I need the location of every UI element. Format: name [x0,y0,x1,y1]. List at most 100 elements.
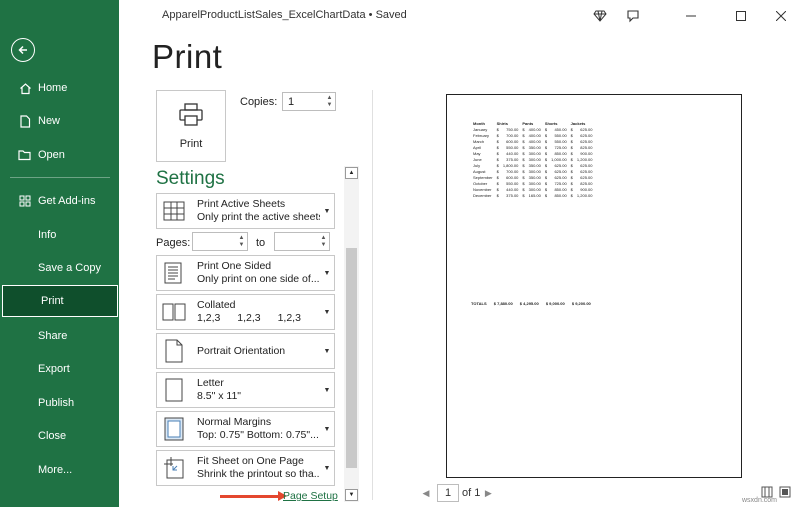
back-arrow-icon[interactable] [11,38,35,62]
nav-export-label: Export [38,363,70,375]
home-icon [18,81,32,95]
sheet-grid-icon [159,201,189,221]
previous-page-icon[interactable]: ◀ [418,488,434,499]
print-what-dropdown[interactable]: Print Active Sheets Only print the activ… [156,193,335,229]
fit-sheet-icon [159,456,189,480]
preview-pager: ◀ 1 of 1 ▶ [418,484,496,502]
caret-down-icon: ▼ [323,464,331,472]
nav-print[interactable]: Print [2,285,118,317]
collation-seq-2: 1,2,3 [237,312,261,324]
nav-home[interactable]: Home [0,72,119,104]
minimize-icon[interactable] [681,6,701,26]
collation-sub: 1,2,3 1,2,3 1,2,3 [197,312,315,324]
scroll-up-icon[interactable]: ▲ [345,167,358,179]
page-title: Print [152,38,223,75]
window-title: ApparelProductListSales_ExcelChartData •… [162,9,407,21]
copies-value: 1 [288,95,295,108]
caret-down-icon: ▼ [323,425,331,433]
nav-share-label: Share [38,330,68,342]
margins-sub: Top: 0.75" Bottom: 0.75"... [197,429,319,441]
copies-spinner[interactable]: 1 ▲ ▼ [282,92,336,111]
zoom-to-page-icon[interactable] [778,485,792,499]
spinner-arrows-icon[interactable]: ▲ ▼ [324,95,335,109]
nav-share[interactable]: Share [0,320,119,352]
nav-print-label: Print [41,295,64,307]
scroll-down-icon[interactable]: ▼ [345,489,358,501]
print-button-label: Print [179,137,203,150]
nav-save-a-copy-label: Save a Copy [38,262,101,274]
collation-text: Collated 1,2,3 1,2,3 1,2,3 [189,299,320,325]
scaling-text: Fit Sheet on One Page Shrink the printou… [189,455,320,481]
caret-down-icon: ▼ [323,386,331,394]
nav-close[interactable]: Close [0,420,119,452]
preview-cell: 165.00 [528,193,541,198]
sides-dropdown[interactable]: Print One Sided Only print on one side o… [156,255,335,291]
collation-main: Collated [197,299,236,311]
totals-pants: $ 4,295.00 [519,301,539,306]
pages-to-label: to [256,237,266,249]
nav-save-a-copy[interactable]: Save a Copy [0,252,119,284]
collated-pages-icon [159,302,189,322]
orientation-main: Portrait Orientation [197,344,286,357]
open-folder-icon [18,148,32,162]
nav-get-add-ins[interactable]: Get Add-ins [0,185,119,217]
next-page-icon[interactable]: ▶ [480,488,496,499]
excel-print-backstage: Home New Open Get Add-ins Info Save a Co… [0,0,800,507]
preview-cell: 375.00 [506,193,519,198]
pages-to-input[interactable]: ▲ ▼ [274,232,330,251]
paper-size-icon [159,378,189,402]
settings-scrollbar[interactable]: ▲ ▼ [344,166,359,502]
nav-export[interactable]: Export [0,353,119,385]
spinner-arrows-icon[interactable]: ▲ ▼ [236,235,247,249]
watermark: wsxdn.com [742,497,778,504]
add-ins-grid-icon [18,194,32,208]
nav-more[interactable]: More... [0,454,119,486]
paper-size-dropdown[interactable]: Letter 8.5" x 11" ▼ [156,372,335,408]
nav-new-label: New [38,115,61,127]
sides-main: Print One Sided [197,260,272,272]
copies-label: Copies: [240,96,278,108]
current-page-input[interactable]: 1 [437,484,459,502]
print-what-text: Print Active Sheets Only print the activ… [189,198,320,224]
print-button[interactable]: Print [156,90,226,162]
nav-publish[interactable]: Publish [0,387,119,419]
margins-icon [159,417,189,441]
margins-dropdown[interactable]: Normal Margins Top: 0.75" Bottom: 0.75".… [156,411,335,447]
totals-shirts: $ 7,880.00 [493,301,513,306]
spinner-arrows-icon[interactable]: ▲ ▼ [318,235,329,249]
print-what-sub: Only print the active sheets [197,211,320,223]
caret-down-icon: ▼ [323,269,331,277]
nav-open-label: Open [38,149,65,161]
nav-open[interactable]: Open [0,139,119,171]
caret-down-icon: ▼ [323,308,331,316]
print-preview-page: Month Shirts Pants Shorts Jackets Januar… [446,94,742,478]
page-setup-link[interactable]: Page Setup [283,490,338,502]
preview-divider [372,90,373,500]
collation-dropdown[interactable]: Collated 1,2,3 1,2,3 1,2,3 ▼ [156,294,335,330]
margins-text: Normal Margins Top: 0.75" Bottom: 0.75".… [189,416,320,442]
scaling-dropdown[interactable]: Fit Sheet on One Page Shrink the printou… [156,450,335,486]
caret-down-icon: ▼ [323,207,331,215]
annotation-arrow [220,491,287,501]
totals-shorts: $ 9,000.00 [545,301,565,306]
maximize-icon[interactable] [731,6,751,26]
preview-rows: January $750.00 $400.00 $450.00 $625.00 Febru… [471,127,594,199]
nav-info[interactable]: Info [0,219,119,251]
nav-new[interactable]: New [0,105,119,137]
nav-get-add-ins-label: Get Add-ins [38,195,96,207]
caret-down-icon: ▼ [323,347,331,355]
scaling-sub: Shrink the printout so tha... [197,468,320,480]
feedback-icon[interactable] [623,6,643,26]
nav-more-label: More... [38,464,73,476]
diamond-icon[interactable] [590,6,610,26]
pages-from-input[interactable]: ▲ ▼ [192,232,248,251]
paper-size-sub: 8.5" x 11" [197,390,242,402]
print-what-main: Print Active Sheets [197,198,286,210]
close-window-icon[interactable] [771,6,791,26]
portrait-page-icon [159,339,189,363]
collation-seq-1: 1,2,3 [197,312,221,324]
orientation-dropdown[interactable]: Portrait Orientation ▼ [156,333,335,369]
nav-publish-label: Publish [38,397,75,409]
backstage-nav: Home New Open Get Add-ins Info Save a Co… [0,0,119,507]
scrollbar-thumb[interactable] [346,248,357,468]
